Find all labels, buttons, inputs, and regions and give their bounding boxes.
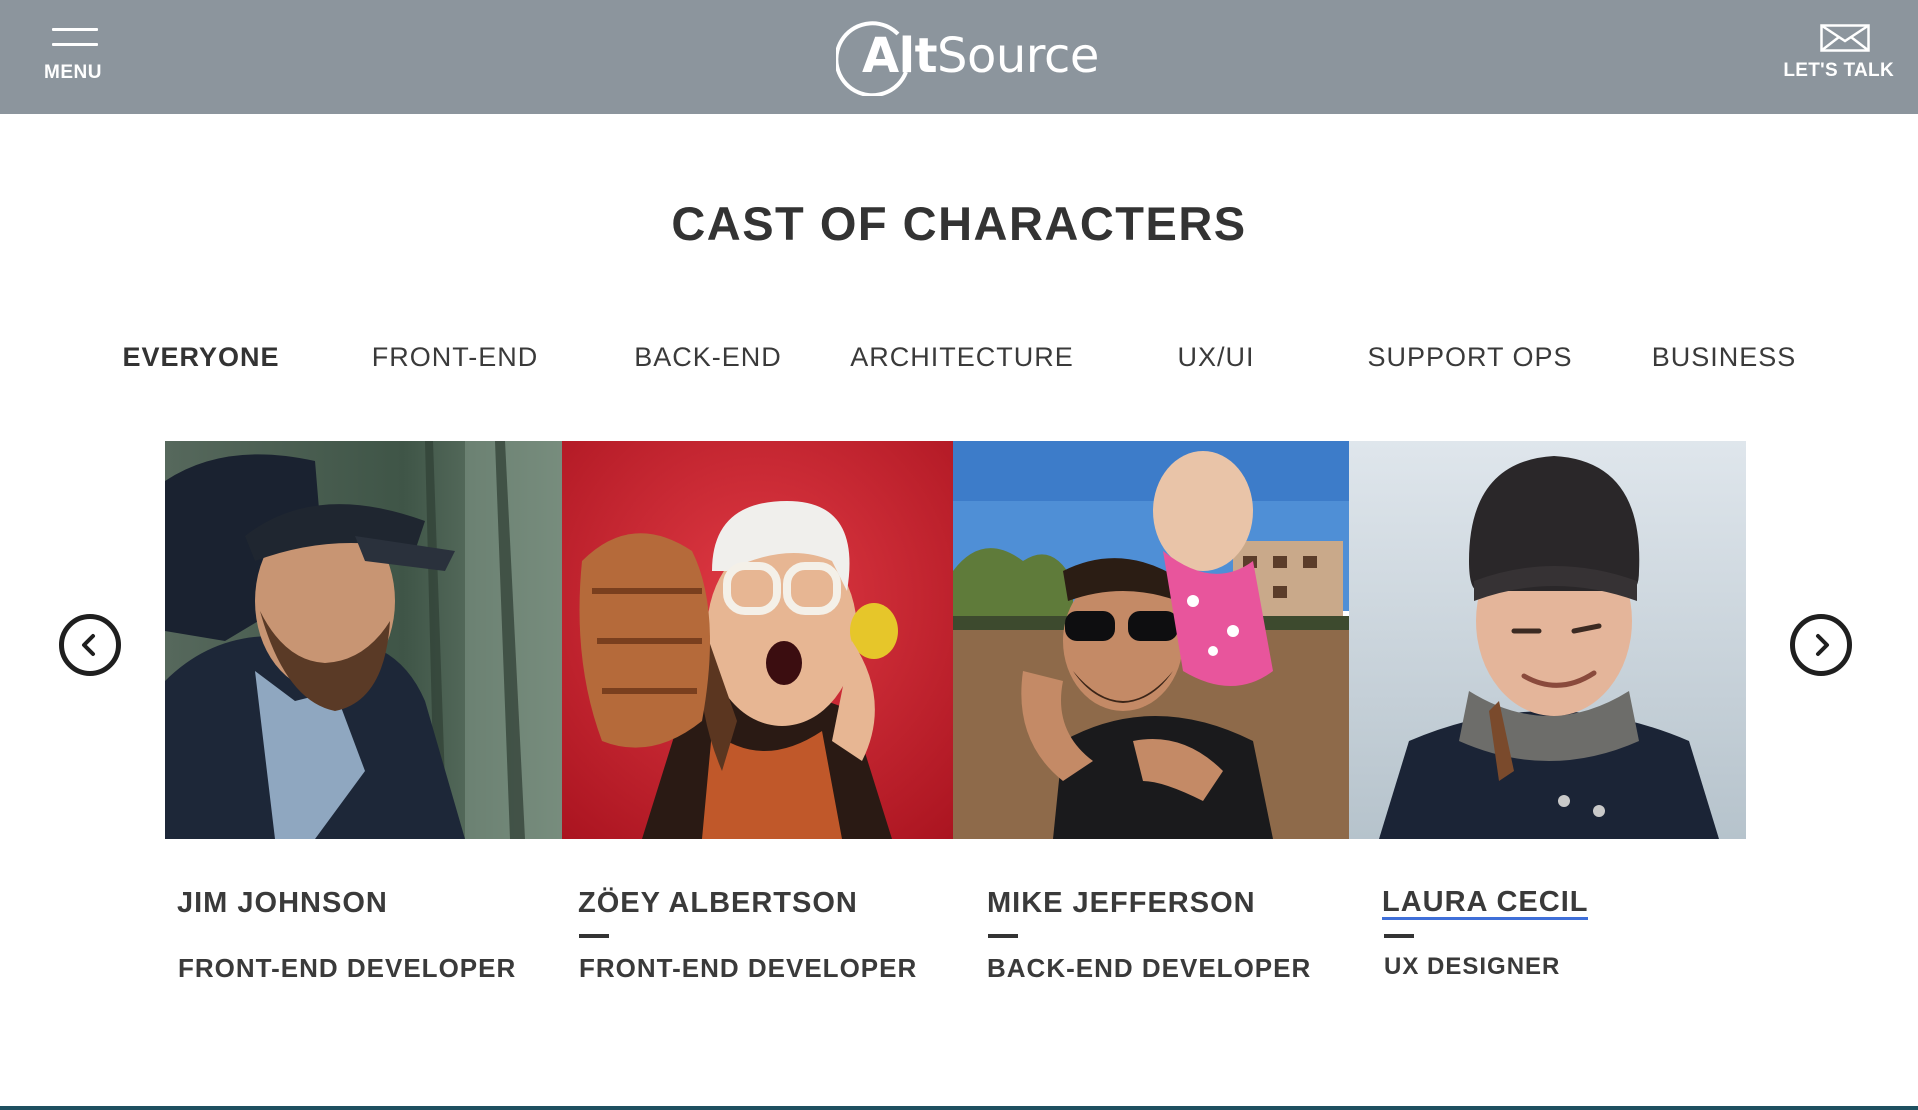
tab-everyone[interactable]: EVERYONE [122, 342, 279, 373]
lets-talk-button[interactable]: LET'S TALK [1783, 22, 1894, 88]
footer-border [0, 1106, 1918, 1110]
person-photo-1[interactable] [165, 441, 562, 839]
tab-back-end[interactable]: BACK-END [634, 342, 782, 373]
filter-tabs: EVERYONE FRONT-END BACK-END ARCHITECTURE… [0, 342, 1918, 382]
site-header: MENU AltSource LET'S TALK [0, 0, 1918, 114]
name-divider-2 [579, 934, 609, 938]
page: MENU AltSource LET'S TALK CAST OF CHARAC… [0, 0, 1918, 1110]
chevron-left-icon [82, 634, 95, 656]
carousel-prev-button[interactable] [59, 614, 121, 676]
person-photo-2[interactable] [562, 441, 953, 839]
tab-front-end[interactable]: FRONT-END [372, 342, 539, 373]
altsource-logo[interactable]: AltSource [836, 16, 1099, 96]
menu-button[interactable]: MENU [40, 24, 112, 88]
lets-talk-label: LET'S TALK [1783, 60, 1894, 81]
carousel-next-button[interactable] [1790, 614, 1852, 676]
page-title: CAST OF CHARACTERS [671, 197, 1247, 250]
person-name-4[interactable]: LAURA CECIL [1382, 887, 1589, 920]
person-role-3: BACK-END DEVELOPER [987, 953, 1312, 983]
hamburger-icon [52, 26, 98, 48]
person-name-3[interactable]: MIKE JEFFERSON [987, 887, 1256, 920]
tab-ux-ui[interactable]: UX/UI [1177, 342, 1254, 373]
person-name-2[interactable]: ZÖEY ALBERTSON [578, 887, 858, 920]
chevron-right-icon [1816, 634, 1829, 656]
person-role-2: FRONT-END DEVELOPER [579, 953, 918, 983]
person-photo-4[interactable] [1349, 441, 1746, 839]
person-name-1[interactable]: JIM JOHNSON [177, 887, 388, 920]
menu-label: MENU [44, 62, 102, 83]
tab-business[interactable]: BUSINESS [1652, 342, 1797, 373]
tab-support-ops[interactable]: SUPPORT OPS [1367, 342, 1572, 373]
person-role-1: FRONT-END DEVELOPER [178, 953, 517, 983]
envelope-icon [1820, 24, 1870, 52]
person-photo-3[interactable] [953, 441, 1349, 839]
name-divider-3 [988, 934, 1018, 938]
logo-wordmark: AltSource [862, 28, 1099, 84]
logo-alt-text: Alt [862, 28, 938, 84]
tab-architecture[interactable]: ARCHITECTURE [850, 342, 1074, 373]
person-role-4: UX DESIGNER [1384, 953, 1561, 980]
name-divider-4 [1384, 934, 1414, 938]
logo-source-text: Source [937, 28, 1099, 84]
